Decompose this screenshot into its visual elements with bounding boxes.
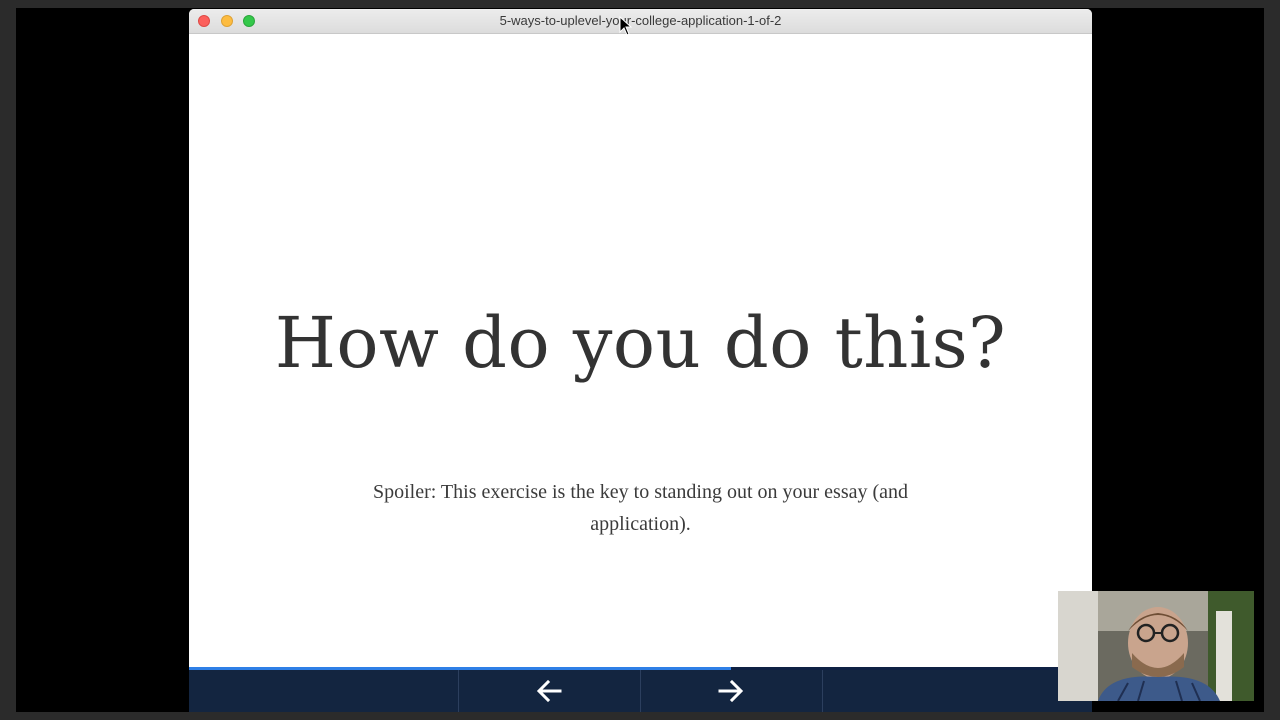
title-bar[interactable]: 5-ways-to-uplevel-your-college-applicati…	[189, 9, 1092, 34]
mouse-cursor-icon	[619, 16, 633, 36]
webcam-video-overlay	[1058, 591, 1254, 701]
arrow-right-icon	[718, 680, 744, 702]
slide: How do you do this? Spoiler: This exerci…	[189, 34, 1092, 667]
previous-slide-button[interactable]	[458, 670, 640, 712]
presenter-video-icon	[1058, 591, 1254, 701]
window-title: 5-ways-to-uplevel-your-college-applicati…	[499, 13, 782, 28]
app-window: 5-ways-to-uplevel-your-college-applicati…	[189, 9, 1092, 712]
next-slide-button[interactable]	[640, 670, 822, 712]
slide-navigation-bar	[189, 670, 1092, 712]
nav-cell-right	[822, 670, 1092, 712]
slide-heading: How do you do this?	[274, 302, 1007, 384]
maximize-window-button[interactable]	[243, 15, 255, 27]
arrow-left-icon	[536, 680, 562, 702]
slide-subtext: Spoiler: This exercise is the key to sta…	[372, 481, 909, 535]
minimize-window-button[interactable]	[221, 15, 233, 27]
close-window-button[interactable]	[198, 15, 210, 27]
